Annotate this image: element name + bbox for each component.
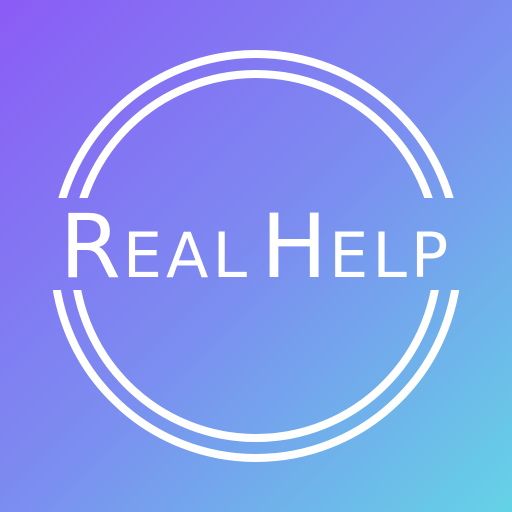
word-help: HELP [261,197,452,322]
word-help-cap: H [261,195,330,298]
word-real: REAL [60,197,251,322]
app-icon: REAL HELP [0,0,512,512]
word-real-cap: R [59,195,123,298]
word-real-rest: EAL [122,219,251,292]
brand-wordmark: REAL HELP [0,197,512,297]
word-help-rest: ELP [329,219,453,292]
